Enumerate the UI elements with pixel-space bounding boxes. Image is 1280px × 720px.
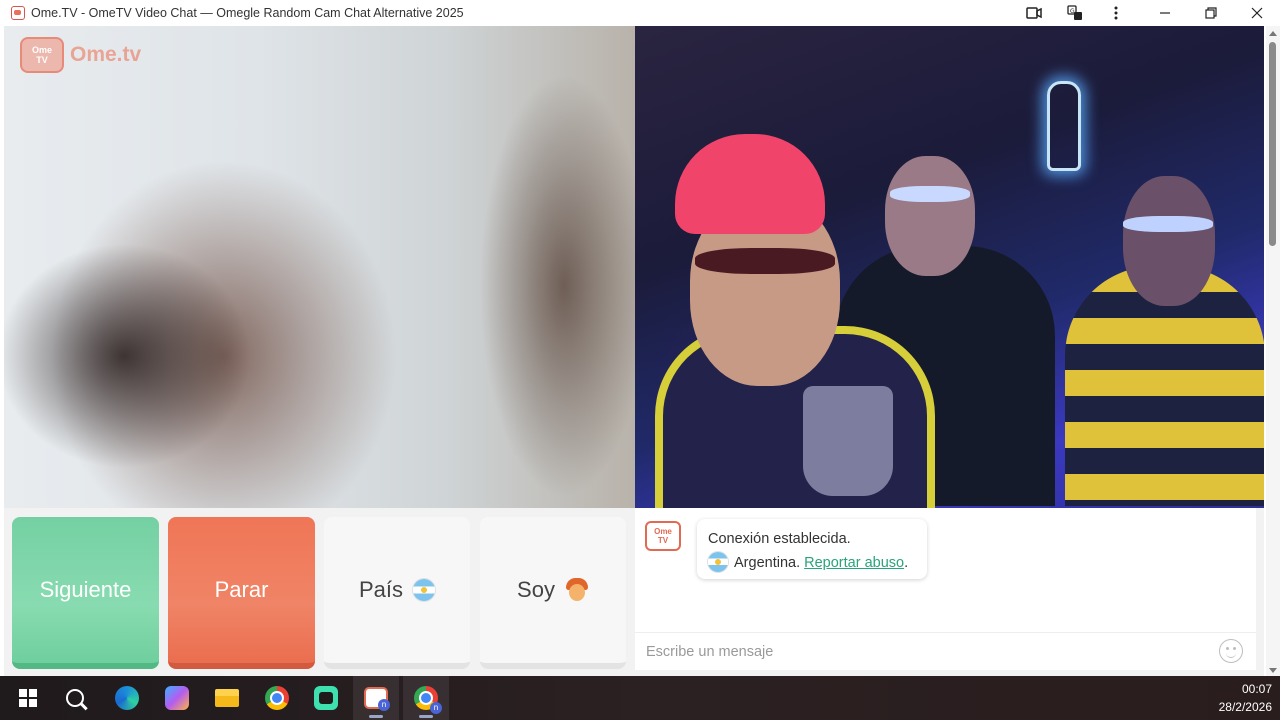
country-button-label: País (358, 577, 404, 602)
person-figure (695, 248, 835, 274)
system-message-bubble: Conexión establecida. Argentina. Reporta… (697, 519, 927, 579)
more-options-icon[interactable] (1096, 0, 1136, 26)
cup (803, 386, 893, 496)
person-figure (890, 186, 970, 202)
windows-start-icon[interactable] (5, 676, 51, 720)
stop-button-label: Parar (214, 577, 269, 602)
message-input[interactable] (635, 632, 1256, 670)
gender-select-button[interactable]: Soy (480, 517, 626, 669)
ometv-app-icon[interactable]: n (353, 676, 399, 720)
connection-status-text: Conexión establecida. (708, 531, 851, 547)
edge-icon[interactable] (104, 676, 150, 720)
chat-app-icon[interactable] (303, 676, 349, 720)
stranger-country-text: Argentina. (734, 555, 801, 571)
report-abuse-link[interactable]: Reportar abuso (804, 555, 904, 571)
scroll-up-icon[interactable] (1269, 31, 1277, 36)
translate-icon[interactable]: G (1055, 0, 1095, 26)
ometv-logo[interactable]: Ome TV Ome.tv (20, 37, 141, 73)
file-explorer-icon[interactable] (204, 676, 250, 720)
neon-sign (1047, 81, 1081, 171)
person-figure (885, 156, 975, 276)
copilot-icon[interactable] (154, 676, 200, 720)
clock-date: 28/2/2026 (1218, 700, 1272, 714)
camera-icon[interactable] (1014, 0, 1054, 26)
argentina-flag-icon (413, 579, 436, 601)
restore-icon[interactable] (1191, 0, 1231, 26)
country-filter-button[interactable]: País (324, 517, 470, 669)
logo-badge-line1: Ome (31, 45, 52, 55)
chrome-profile-icon[interactable]: n (403, 676, 449, 720)
person-figure (675, 134, 825, 234)
chrome-icon[interactable] (254, 676, 300, 720)
taskbar: n n 00:07 28/2/2026 (0, 676, 1280, 720)
ometv-logo-icon: Ome TV (20, 37, 64, 73)
ometv-favicon-icon (11, 6, 25, 20)
clock-time: 00:07 (1241, 682, 1272, 696)
profile-badge-icon: n (378, 699, 390, 711)
title-bar: Ome.TV - OmeTV Video Chat — Omegle Rando… (0, 0, 1280, 26)
person-figure (1123, 216, 1213, 232)
search-icon[interactable] (52, 676, 98, 720)
window-title: Ome.TV - OmeTV Video Chat — Omegle Rando… (31, 6, 464, 20)
profile-badge-icon: n (430, 702, 442, 714)
self-video (4, 26, 635, 508)
argentina-flag-icon (708, 552, 728, 572)
chat-logo-line1: Ome (654, 527, 672, 536)
close-icon[interactable] (1237, 0, 1277, 26)
page-scrollbar[interactable] (1266, 26, 1280, 676)
scroll-thumb[interactable] (1269, 42, 1276, 246)
chat-logo-line2: TV (657, 536, 669, 545)
emoji-picker-icon[interactable] (1219, 639, 1243, 663)
stranger-video (635, 26, 1264, 508)
next-button[interactable]: Siguiente (12, 517, 159, 669)
logo-text: Ome.tv (70, 43, 142, 66)
ometv-chat-logo-icon: Ome TV (645, 521, 681, 551)
report-suffix: . (904, 555, 909, 571)
minimize-icon[interactable] (1145, 0, 1185, 26)
next-button-label: Siguiente (39, 577, 132, 602)
stranger-country-line: Argentina. Reportar abuso. (708, 551, 916, 575)
gender-button-label: Soy (517, 577, 555, 602)
system-clock[interactable]: 00:07 28/2/2026 (1219, 680, 1272, 716)
person-figure (1123, 176, 1215, 306)
boy-avatar-icon (565, 578, 589, 602)
scroll-down-icon[interactable] (1269, 668, 1277, 673)
svg-text:G: G (1070, 8, 1075, 15)
stop-button[interactable]: Parar (168, 517, 315, 669)
logo-badge-line2: TV (36, 55, 48, 65)
